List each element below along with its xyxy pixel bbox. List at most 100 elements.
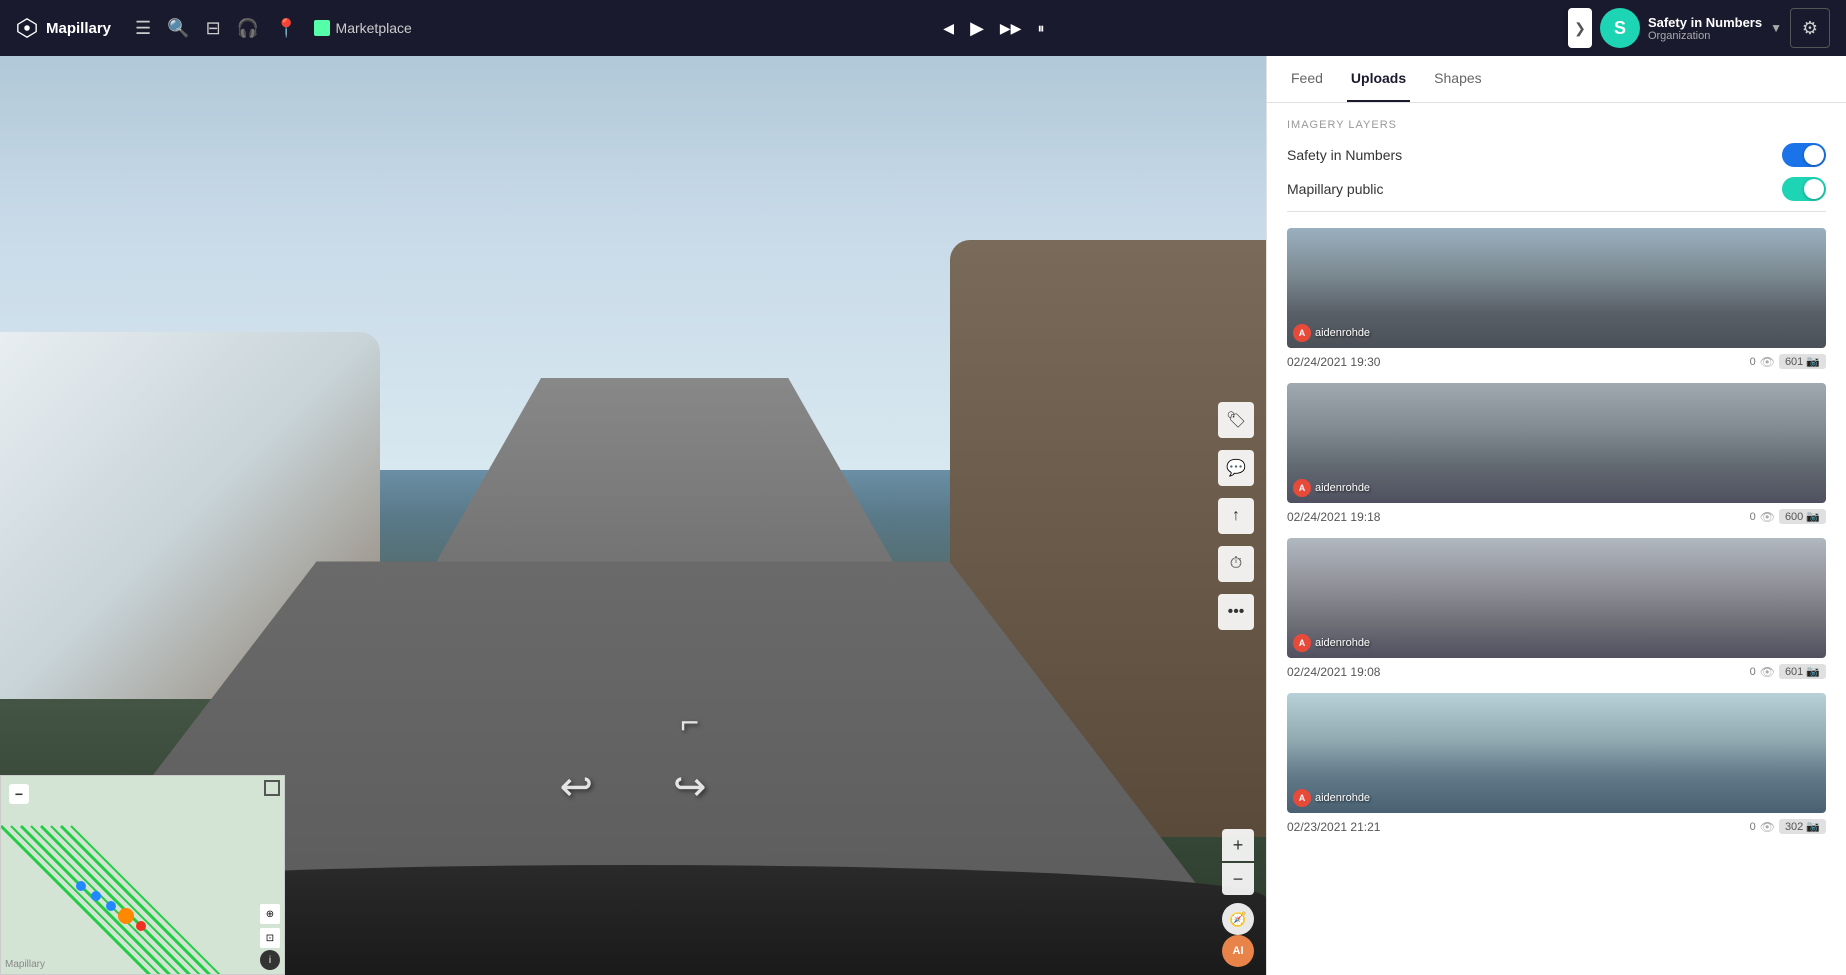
marketplace-label: Marketplace (336, 20, 412, 36)
zoom-in-button[interactable]: + (1222, 829, 1254, 861)
top-navigation: Mapillary ☰ 🔍 ⊟ 🎧 📍 Marketplace ◀ ▶ ▶▶ ⏸… (0, 0, 1846, 56)
minimap-cursor-button[interactable]: ⊡ (260, 928, 280, 948)
settings-button[interactable]: ⚙ (1790, 8, 1830, 48)
tag-icon[interactable]: 🏷 (1218, 402, 1254, 438)
turn-left-arrow[interactable]: ↩ (559, 764, 593, 810)
view-count-2: 0 (1750, 511, 1756, 523)
image-count-badge-4: 302 📷 (1779, 819, 1826, 834)
view-count-4: 0 (1750, 821, 1756, 833)
mapillary-logo-icon (16, 17, 38, 39)
layer-mapillary-public: Mapillary public (1287, 177, 1826, 201)
divider (1287, 211, 1826, 212)
image-count-badge-2: 600 📷 (1779, 509, 1826, 524)
upload-stats-3: 0 👁 601 📷 (1750, 664, 1826, 679)
layer-safety-toggle[interactable] (1782, 143, 1826, 167)
filter-button[interactable]: ⊟ (198, 12, 229, 45)
comment-icon[interactable]: 💬 (1218, 450, 1254, 486)
toggle-knob (1804, 179, 1824, 199)
upload-user-info-4: A aidenrohde (1293, 789, 1370, 807)
user-name-3: aidenrohde (1315, 637, 1370, 649)
minimap[interactable]: − ⊕ ⊡ i Mapillary (0, 775, 285, 975)
pause-button[interactable]: ⏸ (1031, 14, 1050, 43)
upload-meta-4: 02/23/2021 21:21 0 👁 302 📷 (1287, 813, 1826, 836)
eye-icon-1: 👁 (1760, 355, 1775, 369)
org-name: Safety in Numbers (1648, 15, 1762, 30)
minimap-compass-button[interactable]: ⊕ (260, 904, 280, 924)
org-subtitle: Organization (1648, 30, 1762, 42)
tab-uploads[interactable]: Uploads (1347, 56, 1410, 102)
upload-user-info-3: A aidenrohde (1293, 634, 1370, 652)
tab-shapes[interactable]: Shapes (1430, 56, 1485, 102)
upload-meta-1: 02/24/2021 19:30 0 👁 601 📷 (1287, 348, 1826, 371)
minimap-zoom-out-button[interactable]: − (9, 784, 29, 804)
next-button[interactable]: ▶▶ (994, 14, 1028, 43)
image-count-badge-1: 601 📷 (1779, 354, 1826, 369)
share-icon[interactable]: ↑ (1218, 498, 1254, 534)
view-count-1: 0 (1750, 356, 1756, 368)
minimap-tracks (1, 776, 285, 975)
playback-controls: ◀ ▶ ▶▶ ⏸ (420, 12, 1568, 45)
image-count-badge-3: 601 📷 (1779, 664, 1826, 679)
minimap-content: − ⊕ ⊡ i Mapillary (1, 776, 284, 974)
user-section: ❯ S Safety in Numbers Organization ▼ ⚙ (1568, 8, 1830, 48)
upload-card-2[interactable]: A aidenrohde 02/24/2021 19:18 0 👁 600 📷 (1287, 383, 1826, 526)
minimap-logo: Mapillary (5, 959, 45, 970)
upload-stats-2: 0 👁 600 📷 (1750, 509, 1826, 524)
imagery-layers-label: IMAGERY LAYERS (1287, 119, 1826, 131)
history-icon[interactable]: ⏱ (1218, 546, 1254, 582)
layer-mapillary-toggle[interactable] (1782, 177, 1826, 201)
prev-button[interactable]: ◀ (937, 14, 960, 43)
user-avatar-1: A (1293, 324, 1311, 342)
layer-mapillary-name: Mapillary public (1287, 181, 1383, 197)
upload-date-3: 02/24/2021 19:08 (1287, 665, 1380, 679)
marketplace-icon (314, 20, 330, 36)
upload-card-3[interactable]: A aidenrohde 02/24/2021 19:08 0 👁 601 📷 (1287, 538, 1826, 681)
org-avatar[interactable]: S (1600, 8, 1640, 48)
upload-thumb-2: A aidenrohde (1287, 383, 1826, 503)
layer-safety-in-numbers: Safety in Numbers (1287, 143, 1826, 167)
eye-icon-4: 👁 (1760, 820, 1775, 834)
zoom-controls: + − (1222, 829, 1254, 895)
panel-content: IMAGERY LAYERS Safety in Numbers Mapilla… (1267, 103, 1846, 975)
user-avatar-4: A (1293, 789, 1311, 807)
go-straight-arrow[interactable]: ⌐ (680, 704, 699, 741)
upload-thumb-3: A aidenrohde (1287, 538, 1826, 658)
app-name: Mapillary (46, 20, 111, 37)
upload-stats-1: 0 👁 601 📷 (1750, 354, 1826, 369)
minimap-expand-icon[interactable] (264, 780, 280, 796)
zoom-out-button[interactable]: − (1222, 863, 1254, 895)
upload-card-4[interactable]: A aidenrohde 02/23/2021 21:21 0 👁 302 📷 (1287, 693, 1826, 836)
panel-toggle-button[interactable]: ❯ (1568, 8, 1592, 48)
upload-meta-3: 02/24/2021 19:08 0 👁 601 📷 (1287, 658, 1826, 681)
org-info: Safety in Numbers Organization (1648, 15, 1762, 42)
org-initial: S (1614, 18, 1626, 39)
more-icon[interactable]: ••• (1218, 594, 1254, 630)
user-name-4: aidenrohde (1315, 792, 1370, 804)
app-logo[interactable]: Mapillary (16, 17, 111, 39)
tab-feed[interactable]: Feed (1287, 56, 1327, 102)
upload-card-1[interactable]: A aidenrohde 02/24/2021 19:30 0 👁 601 📷 (1287, 228, 1826, 371)
eye-icon-2: 👁 (1760, 510, 1775, 524)
street-viewer[interactable]: ↩ ⌐ ↪ 🏷 💬 ↑ ⏱ ••• + − 🧭 AI (0, 56, 1266, 975)
view-count-3: 0 (1750, 666, 1756, 678)
turn-right-arrow[interactable]: ↪ (673, 764, 707, 810)
eye-icon-3: 👁 (1760, 665, 1775, 679)
directions-button[interactable]: 🎧 (229, 12, 267, 45)
navigation-arrows: ↩ ⌐ ↪ (559, 764, 706, 810)
user-name-1: aidenrohde (1315, 327, 1370, 339)
compass-control[interactable]: 🧭 (1222, 903, 1254, 935)
menu-button[interactable]: ☰ (127, 12, 159, 45)
upload-thumb-4: A aidenrohde (1287, 693, 1826, 813)
location-button[interactable]: 📍 (267, 12, 305, 45)
viewer-tool-icons: 🏷 💬 ↑ ⏱ ••• (1218, 402, 1254, 630)
layer-safety-name: Safety in Numbers (1287, 147, 1402, 163)
toggle-knob (1804, 145, 1824, 165)
ai-badge[interactable]: AI (1222, 935, 1254, 967)
minimap-info-button[interactable]: i (260, 950, 280, 970)
marketplace-link[interactable]: Marketplace (306, 16, 420, 40)
search-button[interactable]: 🔍 (159, 12, 197, 45)
right-panel: Feed Uploads Shapes IMAGERY LAYERS Safet… (1266, 56, 1846, 975)
upload-date-2: 02/24/2021 19:18 (1287, 510, 1380, 524)
org-caret-icon[interactable]: ▼ (1770, 21, 1782, 35)
play-button[interactable]: ▶ (964, 12, 990, 45)
